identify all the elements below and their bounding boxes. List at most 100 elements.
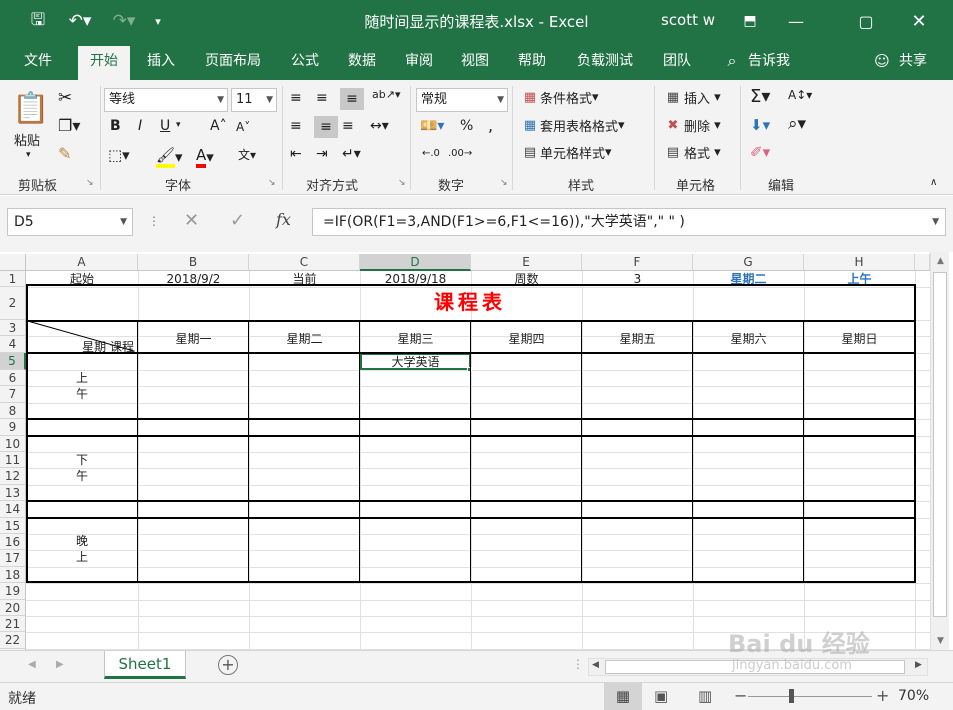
schedule-title[interactable]: 课程表 <box>26 284 914 320</box>
increase-decimal-icon[interactable]: ←.0 <box>422 148 440 159</box>
font-color-icon[interactable]: A ▾ <box>196 146 214 168</box>
cancel-icon[interactable]: ✕ <box>184 210 199 231</box>
row-header-13[interactable]: 13 <box>0 485 26 501</box>
row-header-10[interactable]: 10 <box>0 436 26 452</box>
tab-team[interactable]: 团队 <box>654 46 700 80</box>
scroll-left-icon[interactable]: ◀ <box>592 660 599 670</box>
format-as-table-button[interactable]: ▦ 套用表格格式 ▾ <box>520 116 625 135</box>
align-center-icon[interactable]: ≡ <box>314 116 338 138</box>
block-afternoon[interactable]: 下 午 <box>26 452 138 484</box>
zoom-slider-knob[interactable] <box>789 689 794 703</box>
weekday-thu[interactable]: 星期四 <box>471 330 582 347</box>
row-header-15[interactable]: 15 <box>0 518 26 534</box>
zoom-level[interactable]: 70% <box>898 688 929 704</box>
insert-function-button[interactable]: fx <box>276 210 291 229</box>
column-header-i[interactable] <box>915 254 930 271</box>
normal-view-icon[interactable]: ▦ <box>604 683 642 710</box>
column-header-a[interactable]: A <box>26 254 138 271</box>
maximize-button[interactable]: ▢ <box>843 0 889 42</box>
alignment-launcher-icon[interactable]: ↘ <box>398 178 406 188</box>
paste-dropdown-icon[interactable]: ▾ <box>26 150 31 160</box>
add-sheet-icon[interactable]: + <box>218 655 238 675</box>
comma-icon[interactable]: , <box>488 116 493 135</box>
tab-data[interactable]: 数据 <box>339 46 385 80</box>
row-header-1[interactable]: 1 <box>0 271 26 287</box>
close-button[interactable]: ✕ <box>896 0 942 42</box>
row-header-7[interactable]: 7 <box>0 386 26 403</box>
select-all-corner[interactable] <box>0 254 26 271</box>
align-bottom-icon[interactable]: ≡ <box>340 88 364 110</box>
tab-insert[interactable]: 插入 <box>138 46 184 80</box>
row-header-20[interactable]: 20 <box>0 600 26 616</box>
row-header-2[interactable]: 2 <box>0 287 26 320</box>
row-header-22[interactable]: 22 <box>0 632 26 649</box>
scroll-down-icon[interactable]: ▼ <box>931 636 950 646</box>
zoom-out-icon[interactable]: − <box>734 686 747 705</box>
page-break-view-icon[interactable]: ▥ <box>698 687 712 705</box>
row-header-4[interactable]: 4 <box>0 336 26 353</box>
fill-color-icon[interactable]: 🖌 ▾ <box>156 146 183 168</box>
zoom-in-icon[interactable]: + <box>876 686 889 705</box>
vertical-scroll-thumb[interactable] <box>933 272 947 617</box>
tab-view[interactable]: 视图 <box>452 46 498 80</box>
scroll-up-icon[interactable]: ▲ <box>931 256 950 266</box>
underline-dropdown-icon[interactable]: ▾ <box>176 120 181 130</box>
tab-page-layout[interactable]: 页面布局 <box>196 46 270 80</box>
tell-me[interactable]: 告诉我 <box>744 46 794 80</box>
tab-file[interactable]: 文件 <box>12 46 64 80</box>
row-header-6[interactable]: 6 <box>0 370 26 386</box>
number-format-combo[interactable]: 常规 ▼ <box>416 88 508 112</box>
row-header-11[interactable]: 11 <box>0 452 26 468</box>
paste-button[interactable]: 粘贴 <box>14 130 40 149</box>
wrap-text-icon[interactable]: ↵▾ <box>342 146 361 162</box>
formula-input[interactable]: =IF(OR(F1=3,AND(F1>=6,F1<=16)),"大学英语"," … <box>312 208 946 236</box>
tab-home[interactable]: 开始 <box>78 46 130 80</box>
tab-review[interactable]: 审阅 <box>396 46 442 80</box>
insert-cells-button[interactable]: ▦ 插入 ▾ <box>662 88 721 107</box>
align-left-icon[interactable]: ≡ <box>290 118 302 134</box>
merge-center-icon[interactable]: ↔▾ <box>370 118 389 134</box>
column-header-b[interactable]: B <box>138 254 249 271</box>
autosum-icon[interactable]: Σ▾ <box>750 86 770 107</box>
user-name[interactable]: scott w <box>661 11 715 29</box>
accounting-icon[interactable]: 💴▾ <box>420 118 444 134</box>
decrease-font-icon[interactable]: A˅ <box>236 120 250 134</box>
column-header-e[interactable]: E <box>471 254 582 271</box>
page-layout-view-icon[interactable]: ▣ <box>654 687 668 705</box>
next-sheet-icon[interactable]: ▶ <box>56 659 64 670</box>
align-top-icon[interactable]: ≡ <box>290 90 302 106</box>
cell-d5-active[interactable]: 大学英语 <box>360 353 471 370</box>
clear-icon[interactable]: ✐▾ <box>750 143 770 161</box>
cut-icon[interactable]: ✂ <box>58 88 72 108</box>
font-size-combo[interactable]: 11 ▼ <box>231 88 277 112</box>
format-painter-icon[interactable]: ✎ <box>58 144 71 163</box>
copy-icon[interactable]: ❐▾ <box>58 116 80 135</box>
row-header-12[interactable]: 12 <box>0 468 26 485</box>
align-right-icon[interactable]: ≡ <box>342 118 354 134</box>
font-name-combo[interactable]: 等线 ▼ <box>104 88 228 112</box>
fill-icon[interactable]: ⬇▾ <box>750 116 770 134</box>
share-icon[interactable]: ☺ <box>872 46 892 80</box>
font-launcher-icon[interactable]: ↘ <box>268 178 276 188</box>
column-header-f[interactable]: F <box>582 254 693 271</box>
column-header-c[interactable]: C <box>249 254 360 271</box>
find-icon[interactable]: ⌕▾ <box>788 114 806 134</box>
vertical-scrollbar[interactable]: ▲ ▼ <box>930 252 949 650</box>
column-header-g[interactable]: G <box>693 254 804 271</box>
cell-styles-button[interactable]: ▤ 单元格样式 ▾ <box>520 143 612 162</box>
row-header-21[interactable]: 21 <box>0 616 26 632</box>
underline-button[interactable]: U <box>160 118 170 134</box>
share-button[interactable]: 共享 <box>894 46 932 80</box>
paste-icon[interactable]: 📋 <box>12 88 49 128</box>
scroll-right-icon[interactable]: ▶ <box>915 660 922 670</box>
block-evening[interactable]: 晚 上 <box>26 533 138 565</box>
row-header-18[interactable]: 18 <box>0 567 26 583</box>
row-header-14[interactable]: 14 <box>0 501 26 518</box>
decrease-decimal-icon[interactable]: .00→ <box>448 148 472 159</box>
enter-icon[interactable]: ✓ <box>230 210 245 231</box>
block-morning[interactable]: 上 午 <box>26 370 138 402</box>
zoom-slider[interactable] <box>748 696 872 697</box>
row-header-3[interactable]: 3 <box>0 320 26 336</box>
minimize-button[interactable]: — <box>773 0 819 42</box>
tab-help[interactable]: 帮助 <box>509 46 555 80</box>
